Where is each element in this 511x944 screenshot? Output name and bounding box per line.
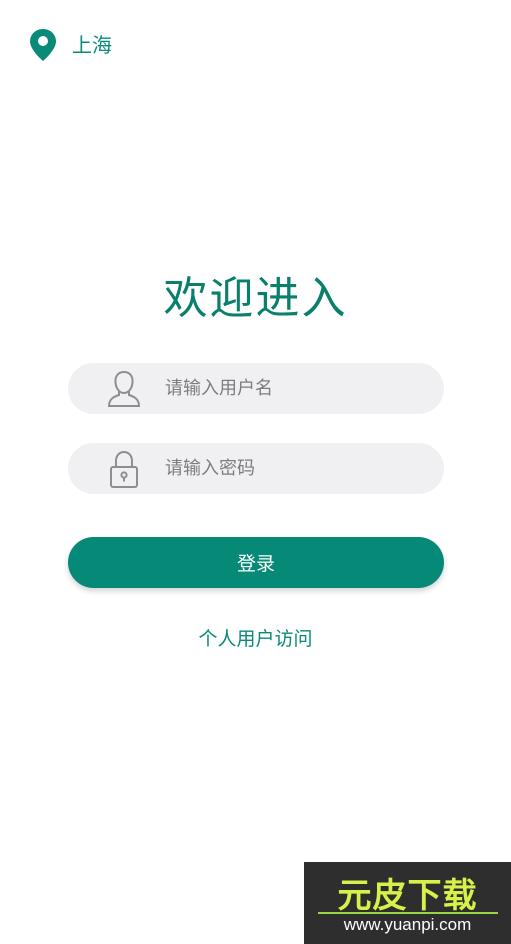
login-button[interactable]: 登录 bbox=[68, 537, 444, 588]
watermark-logo: 元皮下载 www.yuanpi.com bbox=[304, 862, 511, 944]
watermark-url: www.yuanpi.com bbox=[343, 915, 472, 934]
watermark-logo-text: 元皮下载 bbox=[337, 876, 478, 916]
password-field[interactable] bbox=[68, 443, 444, 494]
personal-user-access-link[interactable]: 个人用户访问 bbox=[0, 624, 511, 651]
username-input[interactable] bbox=[163, 377, 417, 400]
map-pin-icon bbox=[30, 29, 56, 61]
location-selector[interactable]: 上海 bbox=[28, 28, 112, 62]
user-icon bbox=[106, 369, 142, 409]
password-input[interactable] bbox=[163, 457, 417, 480]
username-field[interactable] bbox=[68, 363, 444, 414]
city-label: 上海 bbox=[72, 33, 112, 57]
welcome-title: 欢迎进入 bbox=[163, 273, 348, 324]
watermark-divider bbox=[318, 912, 498, 914]
lock-icon bbox=[106, 449, 142, 489]
